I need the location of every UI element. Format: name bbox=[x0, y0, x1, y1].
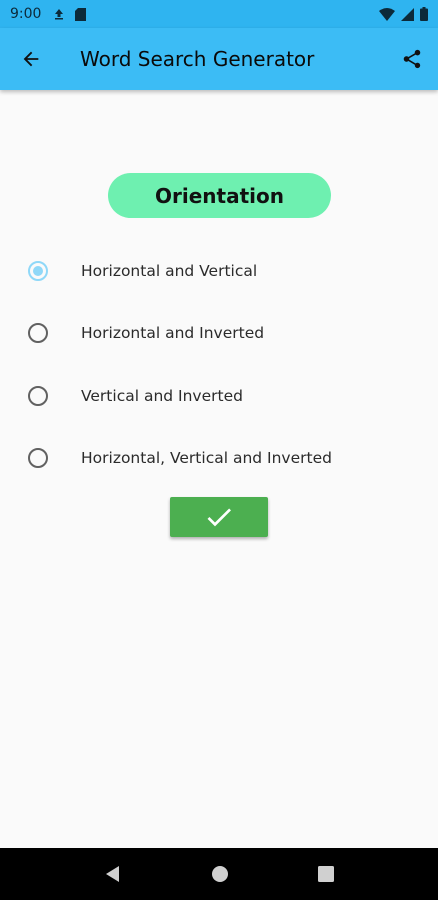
signal-icon bbox=[401, 7, 414, 21]
radio-label: Vertical and Inverted bbox=[81, 387, 243, 405]
radio-option-horizontal-inverted[interactable]: Horizontal and Inverted bbox=[28, 313, 428, 353]
radio-button[interactable] bbox=[28, 323, 48, 343]
status-bar: 9:00 bbox=[0, 0, 438, 28]
system-nav-bar bbox=[0, 848, 438, 900]
radio-option-all[interactable]: Horizontal, Vertical and Inverted bbox=[28, 438, 428, 478]
back-arrow-icon bbox=[23, 51, 39, 67]
page-title: Word Search Generator bbox=[80, 47, 315, 71]
nav-home-icon[interactable] bbox=[211, 865, 229, 883]
status-time: 9:00 bbox=[10, 6, 42, 22]
radio-label: Horizontal and Vertical bbox=[81, 262, 258, 280]
upload-icon bbox=[55, 9, 64, 20]
radio-option-horizontal-vertical[interactable]: Horizontal and Vertical bbox=[28, 251, 428, 291]
sd-card-icon bbox=[75, 7, 87, 21]
radio-button[interactable] bbox=[28, 386, 48, 406]
checkmark-icon bbox=[207, 508, 231, 527]
share-icon bbox=[403, 49, 421, 69]
orientation-heading: Orientation bbox=[108, 173, 331, 218]
back-button[interactable] bbox=[0, 28, 62, 90]
battery-icon bbox=[420, 7, 428, 21]
wifi-icon bbox=[379, 7, 395, 21]
app-bar: Word Search Generator bbox=[0, 28, 438, 90]
radio-button[interactable] bbox=[28, 448, 48, 468]
radio-option-vertical-inverted[interactable]: Vertical and Inverted bbox=[28, 376, 428, 416]
confirm-button[interactable] bbox=[170, 497, 268, 537]
nav-recents-icon[interactable] bbox=[317, 866, 334, 882]
nav-back-icon[interactable] bbox=[104, 865, 122, 883]
share-button[interactable] bbox=[386, 28, 438, 90]
radio-button-selected[interactable] bbox=[28, 261, 48, 281]
radio-label: Horizontal, Vertical and Inverted bbox=[81, 449, 332, 467]
radio-label: Horizontal and Inverted bbox=[81, 324, 265, 342]
